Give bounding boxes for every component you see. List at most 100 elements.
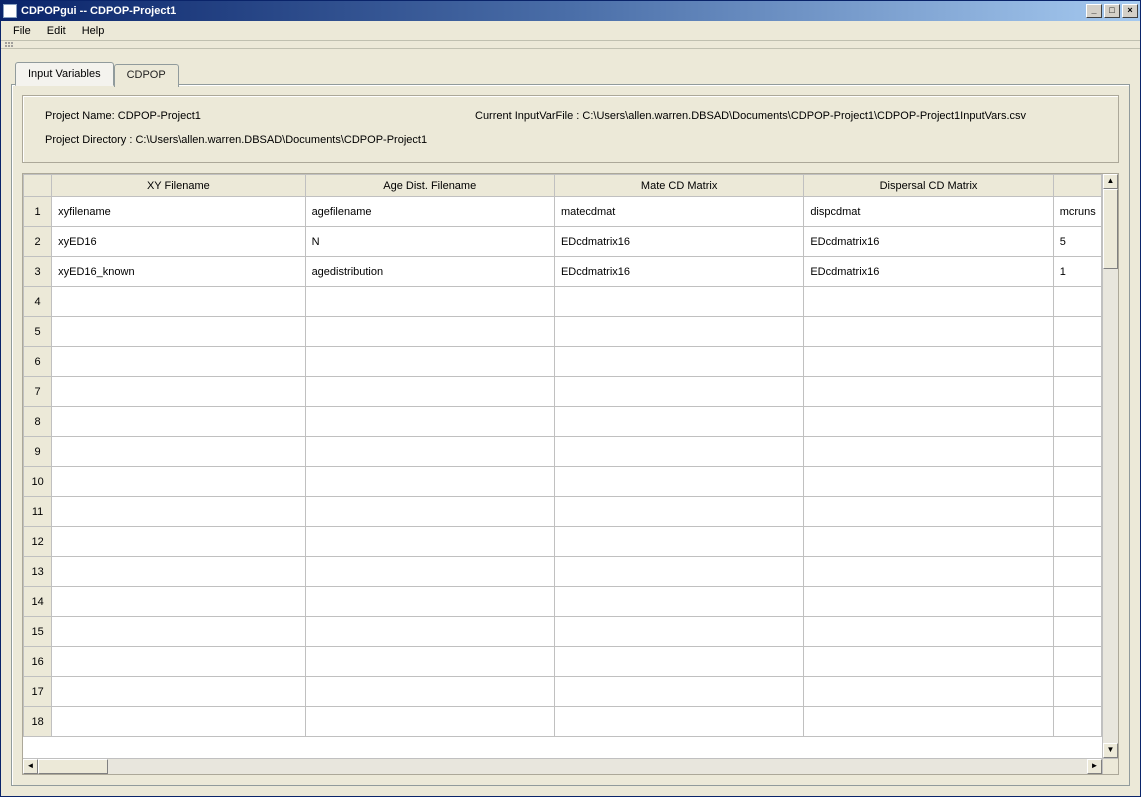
- horizontal-scrollbar[interactable]: ◄ ►: [23, 758, 1102, 774]
- grid-cell[interactable]: [804, 557, 1053, 587]
- row-header[interactable]: 3: [24, 257, 52, 287]
- grid-cell[interactable]: [554, 617, 803, 647]
- grid-cell[interactable]: [554, 347, 803, 377]
- grid-cell[interactable]: EDcdmatrix16: [804, 257, 1053, 287]
- horizontal-scroll-thumb[interactable]: [38, 759, 108, 774]
- grid-cell[interactable]: [554, 497, 803, 527]
- vertical-scrollbar[interactable]: ▲ ▼: [1102, 174, 1118, 758]
- tab-input-variables[interactable]: Input Variables: [15, 62, 114, 86]
- col-header-xy-filename[interactable]: XY Filename: [52, 175, 305, 197]
- table-row[interactable]: 7: [24, 377, 1102, 407]
- grid-cell[interactable]: [1053, 677, 1101, 707]
- grid-cell[interactable]: [804, 647, 1053, 677]
- grid-cell[interactable]: [554, 557, 803, 587]
- table-row[interactable]: 12: [24, 527, 1102, 557]
- grid-cell[interactable]: [804, 437, 1053, 467]
- scroll-right-button[interactable]: ►: [1087, 759, 1102, 774]
- vertical-scroll-track[interactable]: [1103, 189, 1118, 743]
- minimize-button[interactable]: _: [1086, 4, 1102, 18]
- grid-cell[interactable]: [554, 677, 803, 707]
- grid-cell[interactable]: [1053, 497, 1101, 527]
- grid-cell[interactable]: xyED16_known: [52, 257, 305, 287]
- row-header[interactable]: 6: [24, 347, 52, 377]
- grid-cell[interactable]: [804, 587, 1053, 617]
- table-row[interactable]: 17: [24, 677, 1102, 707]
- table-row[interactable]: 3xyED16_knownagedistributionEDcdmatrix16…: [24, 257, 1102, 287]
- row-header[interactable]: 13: [24, 557, 52, 587]
- grid-cell[interactable]: xyED16: [52, 227, 305, 257]
- grid-cell[interactable]: [305, 497, 554, 527]
- grid-cell[interactable]: [305, 347, 554, 377]
- scroll-up-button[interactable]: ▲: [1103, 174, 1118, 189]
- col-header-age-dist[interactable]: Age Dist. Filename: [305, 175, 554, 197]
- close-button[interactable]: ×: [1122, 4, 1138, 18]
- table-row[interactable]: 1xyfilenameagefilenamematecdmatdispcdmat…: [24, 197, 1102, 227]
- grid-cell[interactable]: [554, 407, 803, 437]
- grid-cell[interactable]: [52, 647, 305, 677]
- grid-cell[interactable]: [554, 527, 803, 557]
- grid-cell[interactable]: [554, 317, 803, 347]
- menu-file[interactable]: File: [5, 23, 39, 39]
- maximize-button[interactable]: □: [1104, 4, 1120, 18]
- col-header-extra[interactable]: [1053, 175, 1101, 197]
- grid-cell[interactable]: [52, 527, 305, 557]
- row-header[interactable]: 9: [24, 437, 52, 467]
- grid-cell[interactable]: 5: [1053, 227, 1101, 257]
- grid-cell[interactable]: [305, 707, 554, 737]
- grid-cell[interactable]: [52, 377, 305, 407]
- tab-cdpop[interactable]: CDPOP: [114, 64, 179, 87]
- menu-help[interactable]: Help: [74, 23, 113, 39]
- grid-cell[interactable]: [554, 437, 803, 467]
- grid-cell[interactable]: [1053, 407, 1101, 437]
- horizontal-scroll-track[interactable]: [38, 759, 1087, 774]
- grid-cell[interactable]: [52, 557, 305, 587]
- table-row[interactable]: 5: [24, 317, 1102, 347]
- grid-cell[interactable]: [1053, 287, 1101, 317]
- grid-cell[interactable]: [1053, 707, 1101, 737]
- grid-cell[interactable]: [1053, 467, 1101, 497]
- scroll-left-button[interactable]: ◄: [23, 759, 38, 774]
- scroll-down-button[interactable]: ▼: [1103, 743, 1118, 758]
- row-header[interactable]: 16: [24, 647, 52, 677]
- grid-cell[interactable]: [52, 467, 305, 497]
- table-row[interactable]: 8: [24, 407, 1102, 437]
- grid-cell[interactable]: [305, 677, 554, 707]
- grid-cell[interactable]: [52, 617, 305, 647]
- grid-cell[interactable]: [804, 677, 1053, 707]
- grid-cell[interactable]: [52, 287, 305, 317]
- grid-cell[interactable]: [305, 557, 554, 587]
- row-header[interactable]: 4: [24, 287, 52, 317]
- row-header[interactable]: 18: [24, 707, 52, 737]
- grid-cell[interactable]: [52, 707, 305, 737]
- grid-cell[interactable]: [554, 377, 803, 407]
- grid-cell[interactable]: agefilename: [305, 197, 554, 227]
- grid-cell[interactable]: dispcdmat: [804, 197, 1053, 227]
- grid-cell[interactable]: 1: [1053, 257, 1101, 287]
- menu-edit[interactable]: Edit: [39, 23, 74, 39]
- grid-cell[interactable]: [804, 317, 1053, 347]
- table-row[interactable]: 11: [24, 497, 1102, 527]
- grid-cell[interactable]: [804, 407, 1053, 437]
- table-row[interactable]: 2xyED16NEDcdmatrix16EDcdmatrix165: [24, 227, 1102, 257]
- table-row[interactable]: 6: [24, 347, 1102, 377]
- table-row[interactable]: 18: [24, 707, 1102, 737]
- grid-cell[interactable]: [554, 647, 803, 677]
- grid-cell[interactable]: [305, 467, 554, 497]
- row-header[interactable]: 11: [24, 497, 52, 527]
- row-header[interactable]: 15: [24, 617, 52, 647]
- grid-cell[interactable]: [305, 317, 554, 347]
- grid-cell[interactable]: [1053, 587, 1101, 617]
- table-row[interactable]: 16: [24, 647, 1102, 677]
- grid-cell[interactable]: [804, 617, 1053, 647]
- vertical-scroll-thumb[interactable]: [1103, 189, 1118, 269]
- table-row[interactable]: 10: [24, 467, 1102, 497]
- grid-cell[interactable]: EDcdmatrix16: [554, 257, 803, 287]
- grid-cell[interactable]: [804, 707, 1053, 737]
- grid-cell[interactable]: [804, 497, 1053, 527]
- grid-cell[interactable]: [804, 467, 1053, 497]
- col-header-mate-cd[interactable]: Mate CD Matrix: [554, 175, 803, 197]
- grid-cell[interactable]: mcruns: [1053, 197, 1101, 227]
- inputvar-grid[interactable]: XY Filename Age Dist. Filename Mate CD M…: [23, 174, 1102, 758]
- grid-cell[interactable]: [305, 287, 554, 317]
- row-header[interactable]: 12: [24, 527, 52, 557]
